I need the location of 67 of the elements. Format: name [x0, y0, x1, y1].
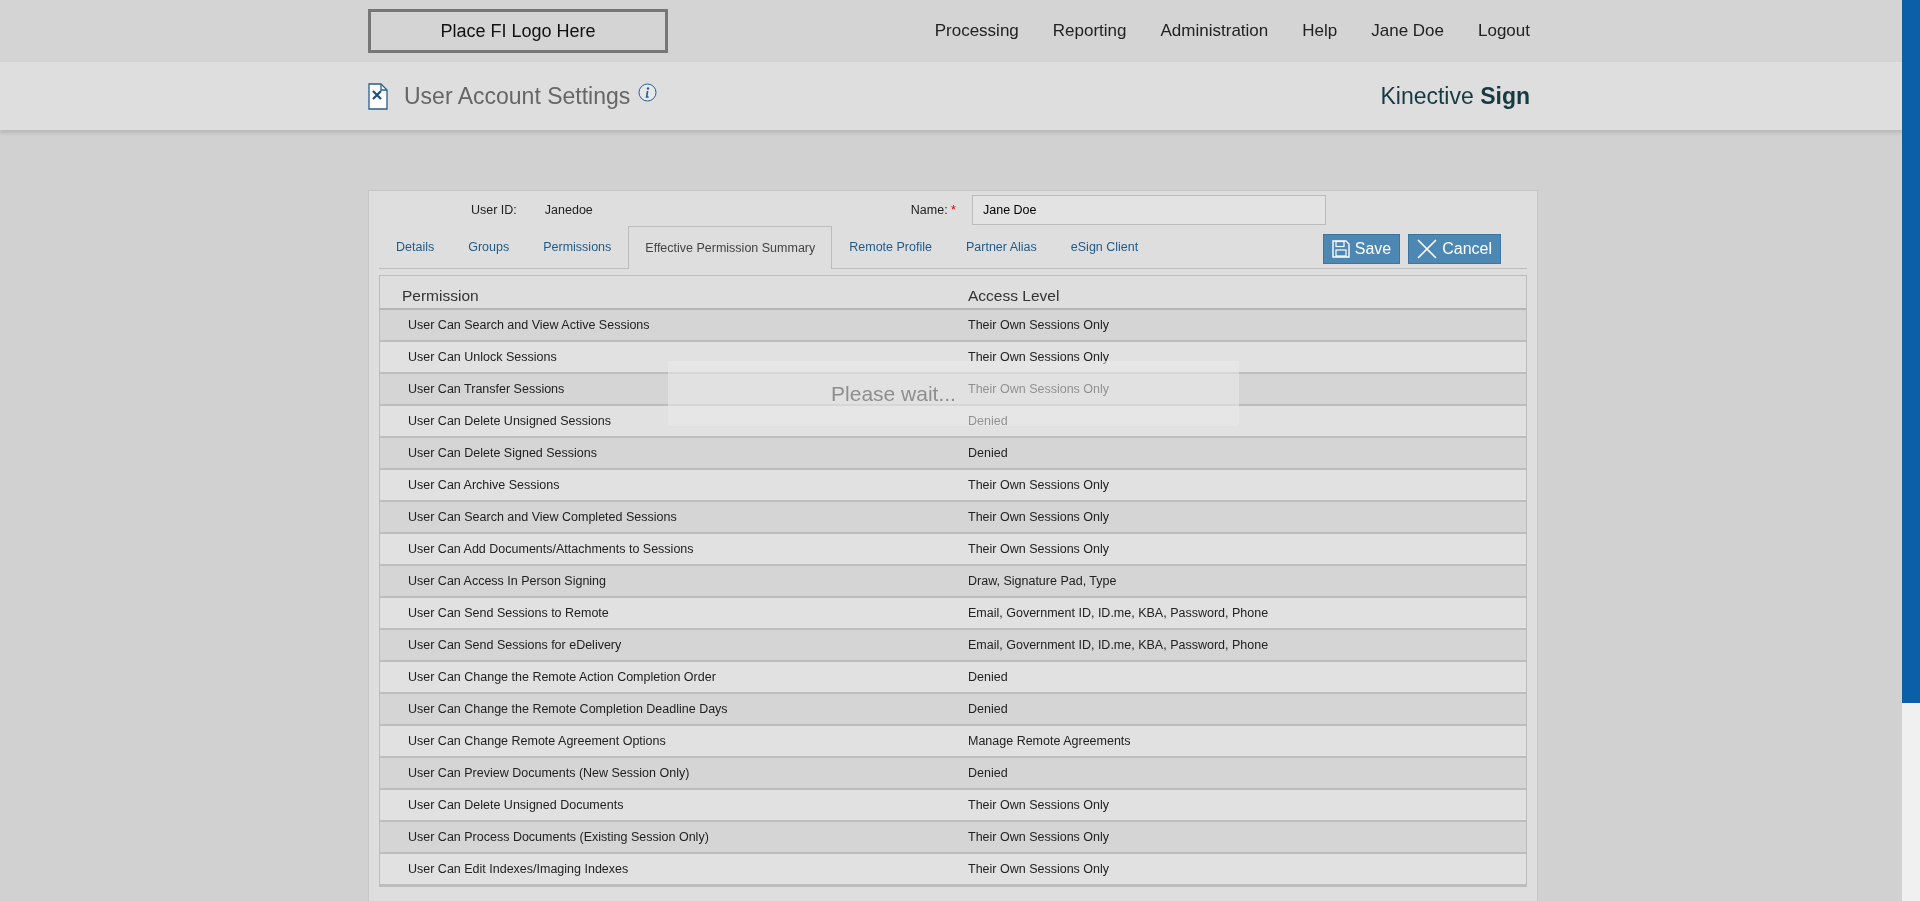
- table-cell: User Can Access In Person Signing: [408, 573, 607, 588]
- table-cell: Email, Government ID, ID.me, KBA, Password, Phone: [968, 637, 1269, 652]
- table-cell: Their Own Sessions Only: [968, 477, 1110, 492]
- loading-message: Please wait...: [831, 380, 956, 407]
- column-header: Access Level: [968, 285, 1060, 306]
- close-icon: [1417, 238, 1438, 259]
- document-tools-icon: [368, 82, 388, 110]
- user-id-label: User ID:: [471, 201, 517, 219]
- table-cell: Their Own Sessions Only: [968, 317, 1110, 332]
- table-cell: User Can Archive Sessions: [408, 477, 560, 492]
- table-cell: Denied: [968, 669, 1008, 684]
- table-cell: User Can Change Remote Agreement Options: [408, 733, 666, 748]
- cancel-button[interactable]: Cancel: [1408, 233, 1501, 264]
- table-cell: Denied: [968, 765, 1008, 780]
- tab[interactable]: Groups: [451, 226, 527, 269]
- table-cell: Email, Government ID, ID.me, KBA, Password, Phone: [968, 605, 1269, 620]
- table-cell: User Can Process Documents (Existing Session Only): [408, 829, 709, 844]
- table-cell: Their Own Sessions Only: [968, 541, 1110, 556]
- nav-link[interactable]: Jane Doe: [1371, 18, 1444, 44]
- nav-link[interactable]: Reporting: [1052, 18, 1127, 44]
- table-cell: User Can Search and View Completed Sessions: [408, 509, 677, 524]
- scrollbar[interactable]: [1902, 0, 1920, 901]
- table-cell: User Can Preview Documents (New Session Only): [408, 765, 690, 780]
- table-cell: User Can Delete Unsigned Sessions: [408, 413, 611, 428]
- table-cell: Denied: [968, 413, 1008, 428]
- table-cell: Their Own Sessions Only: [968, 797, 1110, 812]
- save-icon: [1331, 239, 1350, 258]
- user-id-value: Janedoe: [544, 201, 593, 219]
- table-cell: User Can Delete Signed Sessions: [408, 445, 597, 460]
- table-cell: User Can Unlock Sessions: [408, 349, 557, 364]
- table-cell: User Can Send Sessions to Remote: [408, 605, 609, 620]
- table-cell: Denied: [968, 701, 1008, 716]
- nav-link[interactable]: Processing: [934, 18, 1019, 44]
- tab[interactable]: Effective Permission Summary: [628, 226, 833, 269]
- table-cell: User Can Search and View Active Sessions: [408, 317, 650, 332]
- table-cell: Denied: [968, 445, 1008, 460]
- table-cell: Manage Remote Agreements: [968, 733, 1131, 748]
- tab[interactable]: Partner Alias: [948, 226, 1054, 269]
- tab[interactable]: Details: [379, 226, 452, 269]
- table-cell: Draw, Signature Pad, Type: [968, 573, 1117, 588]
- table-cell: Their Own Sessions Only: [968, 509, 1110, 524]
- nav-link[interactable]: Administration: [1160, 18, 1269, 44]
- table-cell: Their Own Sessions Only: [968, 829, 1110, 844]
- table-cell: User Can Change the Remote Completion Deadline Days: [408, 701, 728, 716]
- table-cell: User Can Change the Remote Action Completion Order: [408, 669, 716, 684]
- save-button[interactable]: Save: [1322, 233, 1401, 264]
- logo-placeholder-box: Place FI Logo Here: [368, 9, 668, 53]
- column-header: Permission: [401, 285, 480, 306]
- page-title: User Account Settings: [404, 81, 631, 111]
- table-cell: User Can Send Sessions for eDelivery: [408, 637, 622, 652]
- table-cell: User Can Delete Unsigned Documents: [408, 797, 624, 812]
- table-cell: Their Own Sessions Only: [968, 349, 1110, 364]
- table-cell: User Can Add Documents/Attachments to Sessions: [408, 541, 694, 556]
- table-cell: User Can Edit Indexes/Imaging Indexes: [408, 861, 629, 876]
- name-label: Name: *: [910, 201, 956, 219]
- tab[interactable]: Permissions: [526, 226, 629, 269]
- table-cell: User Can Transfer Sessions: [408, 381, 565, 396]
- name-field[interactable]: Jane Doe: [972, 195, 1326, 225]
- table-cell: Their Own Sessions Only: [968, 381, 1110, 396]
- scrollbar-thumb[interactable]: [1902, 0, 1920, 703]
- brand-logo: Kinective Sign: [1380, 81, 1530, 111]
- nav-link[interactable]: Help: [1302, 18, 1338, 44]
- nav-link[interactable]: Logout: [1478, 18, 1530, 44]
- tab[interactable]: Remote Profile: [832, 226, 949, 269]
- tab[interactable]: eSign Client: [1053, 226, 1156, 269]
- table-cell: Their Own Sessions Only: [968, 861, 1110, 876]
- info-icon[interactable]: [638, 82, 658, 102]
